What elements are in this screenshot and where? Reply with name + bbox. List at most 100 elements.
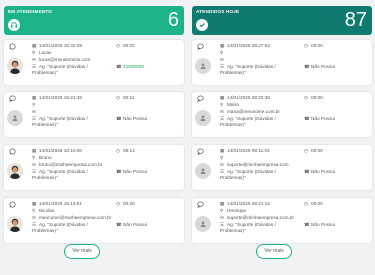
phone-icon: ☎: [304, 222, 310, 227]
card-email: lucas@meudominio.com: [39, 57, 91, 62]
calendar-icon: ▦: [32, 201, 37, 206]
phone-icon: ☎: [116, 116, 122, 121]
user-icon: ⚲: [32, 50, 36, 55]
clock-icon: ◷: [116, 95, 120, 100]
card-duration: 00:02: [123, 43, 135, 48]
panel-count: 87: [344, 9, 367, 31]
card-datetime: 14/01/2025 15:14:51: [39, 201, 83, 206]
contact-card[interactable]: ▦ 14/01/2025 09:27:52 ◷ 00:00 ⚲ ✉ ☰ Ag. "Suport…: [192, 40, 372, 85]
avatar: [7, 110, 23, 126]
card-datetime: 14/01/2025 10:10:00: [39, 148, 83, 153]
card-name: Bruno: [39, 155, 52, 160]
avatar: [195, 110, 211, 126]
card-name: Nicolas: [39, 208, 55, 213]
card-queue: Ag. "Suporte (Dúvidas / Problemas)": [220, 169, 276, 180]
contact-card[interactable]: ▦ 14/01/2025 15:14:51 ◷ 00:20 ⚲ Nicolas ✉ meuno…: [4, 198, 184, 243]
calendar-icon: ▦: [32, 43, 37, 48]
card-email: meunome@minhaempresa.com.br: [39, 215, 112, 220]
user-icon: ⚲: [220, 102, 224, 107]
see-more-button-right[interactable]: Ver mais: [256, 244, 292, 259]
panel-header: ATENDIDOS HOJE 87: [192, 6, 372, 35]
email-icon: ✉: [32, 215, 36, 220]
card-email: suporte@minhaempresa.com: [227, 162, 289, 167]
card-queue: Ag. "Suporte (Dúvidas / Problemas)": [220, 222, 276, 233]
clock-icon: ◷: [304, 201, 308, 206]
whatsapp-icon: [9, 201, 16, 210]
card-queue: Ag. "Suporte (Dúvidas / Problemas)": [220, 116, 276, 127]
phone-icon: ☎: [304, 64, 310, 69]
card-queue: Ag. "Suporte (Dúvidas / Problemas)": [32, 169, 88, 180]
contact-card[interactable]: ▦ 14/01/2025 15:23:45 ◷ 00:11 ⚲ ✉ ☰ Ag. "Suport…: [4, 92, 184, 137]
card-queue: Ag. "Suporte (Dúvidas / Problemas)": [32, 222, 88, 233]
panel-title: ATENDIDOS HOJE: [196, 9, 240, 14]
card-phone: Não Possui: [123, 222, 147, 227]
phone-icon: ☎: [116, 169, 122, 174]
card-duration: 00:00: [311, 43, 323, 48]
chat-icon: [197, 43, 204, 52]
phone-icon: ☎: [304, 116, 310, 121]
phone-icon: ☎: [116, 222, 122, 227]
card-phone: 41000000: [123, 64, 144, 69]
avatar: [195, 58, 211, 74]
card-duration: 05:13: [123, 148, 135, 153]
contact-card[interactable]: ▦ 14/01/2025 08:32:36 ◷ 00:00 ⚲ Maria ✉ maria@m…: [192, 92, 372, 137]
avatar: [7, 58, 23, 74]
card-duration: 00:00: [311, 95, 323, 100]
user-icon: ⚲: [32, 102, 36, 107]
clock-icon: ◷: [304, 148, 308, 153]
card-name: Lucas: [39, 50, 52, 55]
check-icon: [196, 19, 208, 31]
clock-icon: ◷: [116, 148, 120, 153]
user-icon: ⚲: [220, 50, 224, 55]
card-queue: Ag. "Suporte (Dúvidas / Problemas)": [32, 116, 88, 127]
chat-icon: [197, 95, 204, 104]
contact-card[interactable]: ▦ 14/01/2025 15:32:25 ◷ 00:02 ⚲ Lucas ✉ lucas@m…: [4, 40, 184, 85]
calendar-icon: ▦: [32, 95, 37, 100]
contact-card[interactable]: ▦ 14/01/2025 08:21:12 ◷ 00:00 ⚲ Henrique ✉ supo…: [192, 198, 372, 243]
user-icon: ⚲: [220, 155, 224, 160]
email-icon: ✉: [32, 57, 36, 62]
avatar: [7, 163, 23, 179]
user-icon: ⚲: [220, 208, 224, 213]
panel-count: 6: [167, 9, 179, 31]
card-datetime: 14/01/2025 09:27:52: [227, 43, 271, 48]
headset-icon: [8, 19, 20, 31]
clock-icon: ◷: [116, 201, 120, 206]
email-icon: ✉: [32, 109, 36, 114]
card-email: suporte@minhaempresa.com.br: [227, 215, 295, 220]
card-phone: Não Possui: [123, 169, 147, 174]
card-duration: 00:11: [123, 95, 135, 100]
card-phone: Não Possui: [311, 116, 335, 121]
email-icon: ✉: [32, 162, 36, 167]
card-name: Maria: [227, 102, 239, 107]
email-icon: ✉: [220, 109, 224, 114]
calendar-icon: ▦: [220, 43, 225, 48]
chat-icon: [9, 95, 16, 104]
calendar-icon: ▦: [220, 95, 225, 100]
avatar: [7, 216, 23, 232]
card-queue: Ag. "Suporte (Dúvidas / Problemas)": [220, 64, 276, 75]
calendar-icon: ▦: [220, 148, 225, 153]
card-datetime: 14/01/2025 09:11:03: [227, 148, 270, 153]
card-duration: 00:00: [311, 201, 323, 206]
clock-icon: ◷: [116, 43, 120, 48]
chat-icon: [197, 201, 204, 210]
clock-icon: ◷: [304, 43, 308, 48]
card-datetime: 14/01/2025 15:32:25: [39, 43, 83, 48]
phone-icon: ☎: [116, 64, 122, 69]
panel-em-atendimento: EM ATENDIMENTO 6: [4, 6, 184, 35]
card-datetime: 14/01/2025 15:23:45: [39, 95, 83, 100]
calendar-icon: ▦: [32, 148, 37, 153]
see-more-button-left[interactable]: Ver mais: [64, 244, 100, 259]
user-icon: ⚲: [32, 155, 36, 160]
calendar-icon: ▦: [220, 201, 225, 206]
card-email: maria@meunome.com.br: [227, 109, 280, 114]
panel-atendidos-hoje: ATENDIDOS HOJE 87: [192, 6, 372, 35]
contact-card[interactable]: ▦ 14/01/2025 10:10:00 ◷ 05:13 ⚲ Bruno ✉ bruno@m…: [4, 145, 184, 190]
card-phone: Não Possui: [311, 169, 335, 174]
card-datetime: 14/01/2025 08:32:36: [227, 95, 271, 100]
whatsapp-icon: [9, 43, 16, 52]
card-phone: Não Possui: [311, 64, 335, 69]
contact-card[interactable]: ▦ 14/01/2025 09:11:03 ◷ 00:00 ⚲ ✉ suporte@minh…: [192, 145, 372, 190]
card-email: bruno@minhaempresa.com.br: [39, 162, 103, 167]
